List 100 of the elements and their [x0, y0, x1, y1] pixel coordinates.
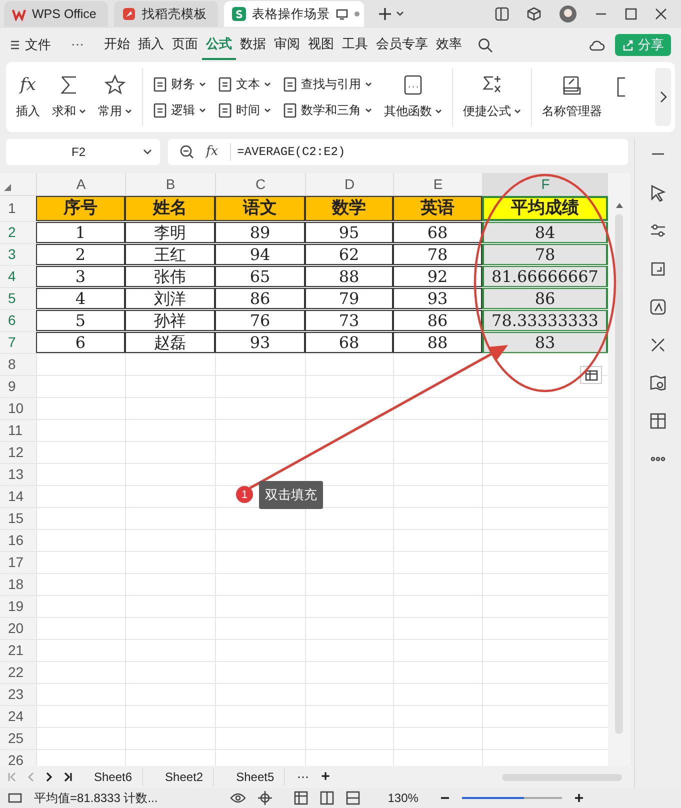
frame-icon[interactable]: [649, 260, 667, 278]
window-tab[interactable]: WPS Office: [4, 1, 108, 27]
row-header[interactable]: 9: [0, 376, 36, 397]
avatar-icon[interactable]: [559, 5, 577, 23]
tools-icon[interactable]: [649, 336, 667, 354]
name-box[interactable]: F2: [6, 139, 160, 165]
paste-options-button[interactable]: [580, 366, 602, 384]
zoom-level[interactable]: 130%: [388, 789, 418, 807]
normal-view-icon[interactable]: [294, 791, 308, 805]
scroll-thumb[interactable]: [615, 214, 623, 734]
table-cell: 86: [393, 310, 482, 331]
column-header[interactable]: D: [305, 173, 393, 195]
close-icon[interactable]: [655, 8, 667, 20]
row-header[interactable]: 21: [0, 640, 36, 661]
keyboard-icon[interactable]: [8, 792, 22, 804]
sheet-tab[interactable]: Sheet6: [84, 768, 144, 786]
formula-field[interactable]: fx =AVERAGE(C2:E2): [168, 139, 628, 165]
row-header[interactable]: 5: [0, 288, 36, 309]
function-category-button[interactable]: 数学和三角: [283, 101, 372, 119]
row-header[interactable]: 25: [0, 728, 36, 749]
row-header[interactable]: 7: [0, 332, 36, 353]
column-header[interactable]: C: [215, 173, 305, 195]
row-header[interactable]: 8: [0, 354, 36, 375]
row-header[interactable]: 3: [0, 244, 36, 265]
menu-tab[interactable]: 插入: [134, 30, 168, 60]
menu-tab[interactable]: 工具: [338, 30, 372, 60]
last-sheet-icon[interactable]: [64, 772, 72, 782]
row-header[interactable]: 1: [0, 196, 36, 221]
row-header[interactable]: 16: [0, 530, 36, 551]
menu-tab[interactable]: 审阅: [270, 30, 304, 60]
row-header[interactable]: 18: [0, 574, 36, 595]
row-header[interactable]: 10: [0, 398, 36, 419]
table-cell: 孙祥: [125, 310, 215, 331]
menu-tab[interactable]: 页面: [168, 30, 202, 60]
menu-tab[interactable]: 会员专享: [372, 30, 432, 60]
row-header[interactable]: 2: [0, 222, 36, 243]
row-header[interactable]: 11: [0, 420, 36, 441]
column-header[interactable]: F: [482, 173, 608, 195]
row-header[interactable]: 22: [0, 662, 36, 683]
menu-tab[interactable]: 视图: [304, 30, 338, 60]
sheet-tab[interactable]: Sheet5: [226, 768, 286, 786]
row-header[interactable]: 17: [0, 552, 36, 573]
add-sheet-button[interactable]: +: [321, 766, 330, 788]
row-header[interactable]: 20: [0, 618, 36, 639]
row-header[interactable]: 23: [0, 684, 36, 705]
row-header[interactable]: 6: [0, 310, 36, 331]
file-menu[interactable]: 文件: [10, 35, 51, 55]
ribbon-button[interactable]: fx 插入: [16, 74, 40, 120]
plus-icon[interactable]: [378, 7, 392, 21]
ribbon-button[interactable]: 求和: [52, 74, 86, 120]
next-sheet-icon[interactable]: [46, 772, 52, 782]
row-header[interactable]: 13: [0, 464, 36, 485]
map-search-icon[interactable]: [649, 374, 667, 392]
window-tab[interactable]: 表格操作场景: [224, 1, 364, 27]
sheet-tab[interactable]: Sheet2: [155, 768, 214, 786]
break-view-icon[interactable]: [346, 791, 360, 805]
menu-tab[interactable]: 数据: [236, 30, 270, 60]
row-header[interactable]: 19: [0, 596, 36, 617]
table-cell: 78: [482, 244, 608, 265]
search-icon[interactable]: [478, 38, 493, 52]
caret-icon[interactable]: [396, 11, 404, 17]
eye-icon[interactable]: [230, 793, 246, 803]
menu-tab[interactable]: 效率: [432, 30, 466, 60]
more-button[interactable]: ⋯: [71, 35, 84, 55]
plus-icon[interactable]: [574, 793, 584, 803]
menu-tab[interactable]: 公式: [202, 30, 236, 60]
image-edit-icon[interactable]: [649, 298, 667, 316]
column-header[interactable]: A: [36, 173, 125, 195]
row-header[interactable]: 24: [0, 706, 36, 727]
target-icon[interactable]: [258, 791, 272, 805]
column-header[interactable]: B: [125, 173, 215, 195]
menu-tab[interactable]: 开始: [100, 30, 134, 60]
cursor-icon[interactable]: [649, 184, 667, 202]
row-header[interactable]: 26: [0, 750, 36, 766]
function-category-button[interactable]: 文本: [218, 75, 271, 93]
tooltip: 双击填充: [259, 481, 323, 508]
table-cell: 81.66666667: [482, 266, 608, 287]
row-header[interactable]: 12: [0, 442, 36, 463]
function-category-button[interactable]: 时间: [218, 101, 271, 119]
row-header[interactable]: 4: [0, 266, 36, 287]
row-header[interactable]: 15: [0, 508, 36, 529]
window-tab[interactable]: 找稻壳模板: [114, 1, 218, 27]
ribbon-button[interactable]: 便捷公式: [463, 74, 521, 120]
function-category-button[interactable]: 逻辑: [153, 101, 206, 119]
cloud-icon[interactable]: [589, 39, 605, 51]
function-category-button[interactable]: 查找与引用: [283, 75, 372, 93]
maximize-icon[interactable]: [625, 8, 637, 20]
function-category-button[interactable]: 财务: [153, 75, 206, 93]
insert-function-button[interactable]: fx: [206, 142, 218, 162]
row-header[interactable]: 14: [0, 486, 36, 507]
horizontal-scrollbar[interactable]: [502, 774, 622, 780]
ribbon-button[interactable]: 常用: [98, 74, 132, 120]
ribbon-button[interactable]: 名称管理器: [542, 74, 602, 120]
cube-icon[interactable]: [527, 7, 541, 21]
panel-icon[interactable]: [495, 7, 509, 21]
vertical-scrollbar[interactable]: [608, 173, 630, 766]
ribbon-button[interactable]: 其他函数: [384, 74, 442, 120]
more-sheets-button[interactable]: ⋯: [297, 768, 310, 786]
page-view-icon[interactable]: [320, 791, 334, 805]
table-icon[interactable]: [649, 412, 667, 430]
